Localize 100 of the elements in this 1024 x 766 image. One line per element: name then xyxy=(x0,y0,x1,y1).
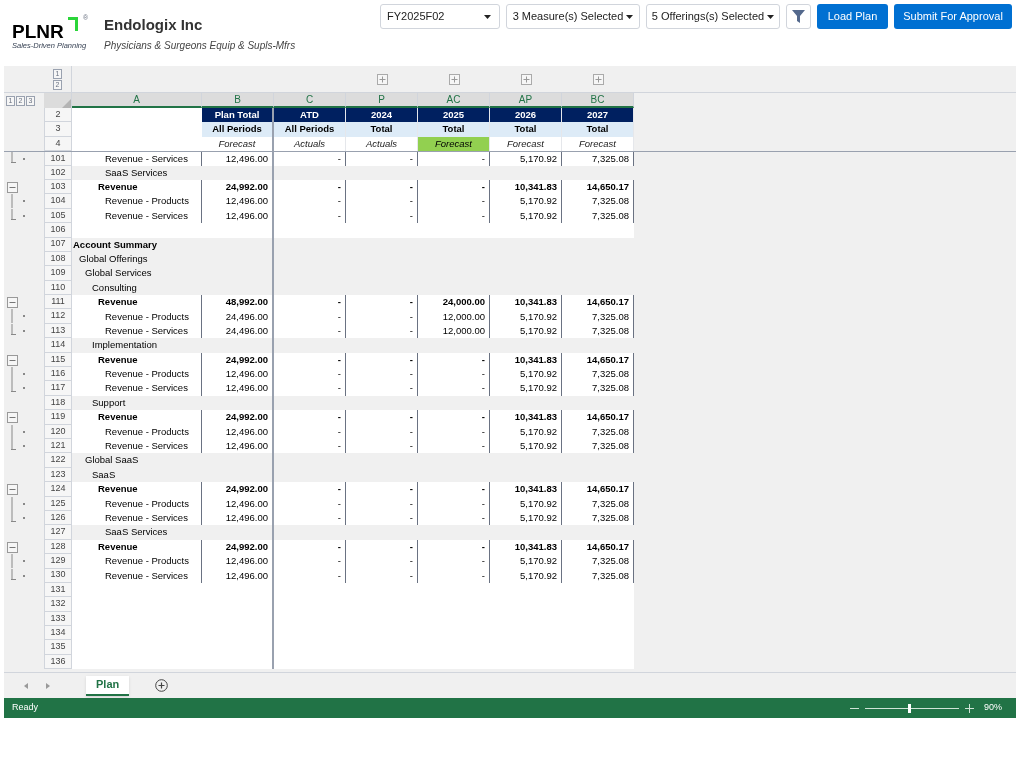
row-number[interactable]: 112 xyxy=(44,309,72,324)
table-cell: - xyxy=(346,295,418,310)
column-title: Plan Total xyxy=(202,108,274,123)
table-cell: 7,325.08 xyxy=(562,381,634,396)
scroll-right-icon[interactable] xyxy=(46,682,50,689)
dropdown[interactable]: 5 Offerings(s) Selected xyxy=(646,4,780,29)
table-cell: 24,992.00 xyxy=(202,410,274,425)
row-number[interactable]: 134 xyxy=(44,626,72,641)
table-cell: 5,170.92 xyxy=(490,152,562,166)
row-number[interactable]: 101 xyxy=(44,152,72,166)
row-number[interactable]: 3 xyxy=(44,122,72,137)
column-title: Total xyxy=(418,122,490,137)
column-title: Total xyxy=(490,122,562,137)
caret-icon xyxy=(484,14,491,19)
expand-plus-icon[interactable] xyxy=(592,73,604,85)
expand-plus-icon[interactable] xyxy=(376,73,388,85)
table-cell: - xyxy=(346,381,418,396)
table-cell: - xyxy=(418,381,490,396)
table-cell: - xyxy=(418,194,490,209)
table-cell: 24,000.00 xyxy=(418,295,490,310)
table-cell: 7,325.08 xyxy=(562,367,634,382)
table-cell: - xyxy=(346,367,418,382)
zoom-in-icon[interactable] xyxy=(965,703,974,713)
status-text: Ready xyxy=(12,701,38,715)
expand-plus-icon[interactable] xyxy=(448,73,460,85)
column-title: 2027 xyxy=(562,108,634,123)
row-number[interactable]: 132 xyxy=(44,597,72,612)
row-number[interactable]: 127 xyxy=(44,525,72,540)
table-cell: - xyxy=(346,410,418,425)
column-header[interactable]: AC xyxy=(418,93,490,108)
column-header[interactable]: B xyxy=(202,93,274,108)
row-number[interactable]: 111 xyxy=(44,295,72,310)
table-cell: - xyxy=(274,194,346,209)
row-number[interactable]: 106 xyxy=(44,223,72,238)
scroll-left-icon[interactable] xyxy=(24,682,28,689)
row-number[interactable]: 124 xyxy=(44,482,72,497)
table-cell: Revenue - Services xyxy=(72,152,202,166)
row-number[interactable]: 129 xyxy=(44,554,72,569)
column-title: 2025 xyxy=(418,108,490,123)
table-cell: - xyxy=(274,381,346,396)
action-button[interactable]: Load Plan xyxy=(817,4,888,29)
column-title: Total xyxy=(562,122,634,137)
table-cell: 7,325.08 xyxy=(562,554,634,569)
caret-icon xyxy=(767,14,775,19)
slider-thumb[interactable] xyxy=(908,703,912,713)
column-title: ATD xyxy=(274,108,346,123)
table-cell: Revenue - Products xyxy=(72,554,202,569)
table-cell: - xyxy=(346,194,418,209)
table-cell: 5,170.92 xyxy=(490,194,562,209)
row-number[interactable]: 122 xyxy=(44,453,72,468)
collapse-minus-icon[interactable] xyxy=(7,484,18,496)
column-header[interactable]: AP xyxy=(490,93,562,108)
column-header[interactable]: A xyxy=(72,93,202,108)
table-cell: 24,496.00 xyxy=(202,309,274,324)
collapse-minus-icon[interactable] xyxy=(7,412,18,424)
column-title: All Periods xyxy=(274,122,346,137)
collapse-minus-icon[interactable] xyxy=(7,181,18,193)
row-number[interactable]: 116 xyxy=(44,367,72,382)
row-number[interactable]: 119 xyxy=(44,410,72,425)
column-header[interactable]: C xyxy=(274,93,346,108)
column-header[interactable]: P xyxy=(346,93,418,108)
table-cell: 12,496.00 xyxy=(202,554,274,569)
expand-plus-icon[interactable] xyxy=(520,73,532,85)
table-cell: 5,170.92 xyxy=(490,367,562,382)
table-cell: Revenue - Services xyxy=(72,381,202,396)
corner-mark-icon xyxy=(68,17,78,31)
collapse-minus-icon[interactable] xyxy=(7,541,18,553)
dropdown[interactable]: FY2025F02 xyxy=(380,4,500,29)
table-cell: - xyxy=(346,152,418,166)
row-number[interactable]: 135 xyxy=(44,640,72,655)
table-cell: - xyxy=(274,309,346,324)
table-cell: - xyxy=(274,410,346,425)
industry-subtitle: Physicians & Surgeons Equip & Supls-Mfrs xyxy=(104,38,296,53)
sheet-tab[interactable]: Plan xyxy=(86,675,130,696)
table-cell: 14,650.17 xyxy=(562,410,634,425)
row-number[interactable]: 104 xyxy=(44,194,72,209)
table-cell: - xyxy=(274,482,346,497)
zoom-level: 90% xyxy=(984,701,1002,715)
table-cell: Revenue xyxy=(72,482,202,497)
table-cell: 12,496.00 xyxy=(202,194,274,209)
collapse-minus-icon[interactable] xyxy=(7,354,18,366)
row-number[interactable]: 109 xyxy=(44,266,72,281)
table-cell: 48,992.00 xyxy=(202,295,274,310)
table-cell: - xyxy=(346,482,418,497)
column-header[interactable]: BC xyxy=(562,93,634,108)
add-sheet-icon[interactable] xyxy=(155,679,169,692)
table-cell: - xyxy=(274,152,346,166)
table-cell: 24,992.00 xyxy=(202,482,274,497)
collapse-minus-icon[interactable] xyxy=(7,297,18,309)
action-button[interactable]: Submit For Approval xyxy=(894,4,1012,29)
row-number[interactable]: 114 xyxy=(44,338,72,353)
table-cell: - xyxy=(418,554,490,569)
row-number[interactable]: 2 xyxy=(44,108,72,123)
table-cell: 14,650.17 xyxy=(562,482,634,497)
dropdown[interactable]: 3 Measure(s) Selected xyxy=(506,4,640,29)
table-cell: - xyxy=(274,367,346,382)
row-number[interactable]: 117 xyxy=(44,381,72,396)
table-cell: 12,000.00 xyxy=(418,309,490,324)
table-cell: Revenue - Products xyxy=(72,367,202,382)
filter-button[interactable] xyxy=(786,4,811,29)
